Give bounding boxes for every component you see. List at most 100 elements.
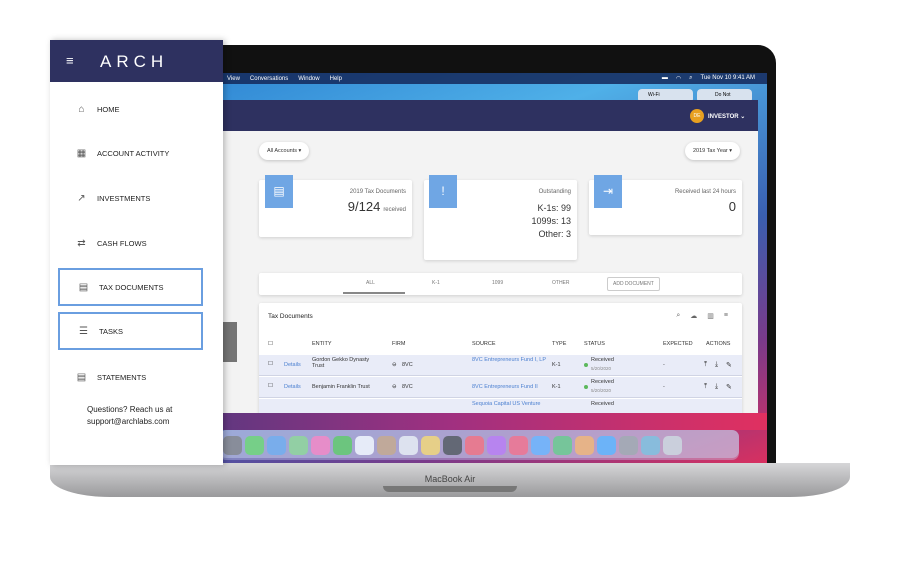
logo: ARCH	[100, 52, 169, 71]
tab-all[interactable]: ALL	[366, 280, 375, 286]
sidebar-item-statements[interactable]: ▤ STATEMENTS	[58, 358, 203, 396]
card-suffix: received	[383, 207, 406, 213]
status-dot	[584, 363, 588, 367]
download-icon[interactable]: ⤓	[715, 361, 718, 369]
row-checkbox[interactable]: ☐	[268, 361, 273, 367]
home-icon: ⌂	[78, 103, 85, 115]
avatar[interactable]: DE	[690, 109, 704, 123]
user-role: INVESTOR	[708, 114, 739, 120]
entity-cell: Gordon Gekko Dynasty Trust	[312, 357, 370, 369]
table-row: Sequoia Capital US Venture Received	[259, 399, 742, 413]
sidebar-item-label: HOME	[97, 104, 120, 114]
sidebar-item-label: INVESTMENTS	[97, 193, 151, 203]
clipboard-icon: ▤	[78, 281, 89, 293]
sidebar-item-label: STATEMENTS	[97, 372, 147, 382]
entity-cell: Benjamin Franklin Trust	[312, 384, 370, 390]
document-icon: ▤	[265, 175, 293, 208]
col-type[interactable]: TYPE	[552, 341, 566, 347]
card-label: Received last 24 hours	[674, 189, 736, 195]
menu-view[interactable]: View	[227, 76, 240, 82]
edit-icon[interactable]: ✎	[726, 361, 732, 369]
col-status[interactable]: STATUS	[584, 341, 605, 347]
user-menu[interactable]: INVESTOR ⌄	[708, 113, 745, 120]
table-row: ☐ Details Gordon Gekko Dynasty Trust ⊖ 8…	[259, 355, 742, 376]
accounts-value: All Accounts	[267, 148, 297, 154]
clipboard-alert-icon: !	[429, 175, 457, 208]
col-actions[interactable]: ACTIONS	[706, 341, 730, 347]
sidebar-header: ≡ ARCH	[50, 40, 223, 82]
help-text: Questions? Reach us at	[87, 405, 173, 414]
source-link[interactable]: Sequoia Capital US Venture	[472, 401, 541, 407]
search-icon[interactable]: ⌕	[676, 312, 680, 320]
status-cell: Received	[591, 401, 614, 407]
edit-icon[interactable]: ✎	[726, 383, 732, 391]
menu-conversations[interactable]: Conversations	[250, 76, 288, 82]
columns-icon[interactable]: ▥	[707, 312, 714, 320]
tab-other[interactable]: OTHER	[552, 280, 570, 286]
sidebar-item-investments[interactable]: ↗ INVESTMENTS	[58, 179, 203, 217]
expected-cell: -	[663, 384, 665, 390]
tab-k1[interactable]: K-1	[432, 280, 440, 286]
search-icon[interactable]: ⌕	[689, 75, 692, 82]
row-checkbox[interactable]: ☐	[268, 383, 273, 389]
tab-1099[interactable]: 1099	[492, 280, 503, 286]
support-email[interactable]: support@archlabs.com	[87, 416, 172, 428]
card-value: 9/124	[347, 199, 381, 214]
source-link[interactable]: 8VC Entrepreneurs Fund I, LP	[472, 357, 547, 363]
type-cell: K-1	[552, 362, 561, 368]
tax-year-value: 2019 Tax Year	[693, 148, 728, 154]
app-window: DE INVESTOR ⌄ All Accounts ▾ 2019 Tax Ye…	[222, 100, 758, 413]
table-row: ☐ Details Benjamin Franklin Trust ⊖ 8VC …	[259, 377, 742, 398]
accounts-dropdown[interactable]: All Accounts ▾	[259, 142, 310, 160]
battery-icon[interactable]: ▬	[662, 75, 668, 82]
col-firm[interactable]: FIRM	[392, 341, 405, 347]
sidebar-item-label: TAX DOCUMENTS	[99, 282, 164, 292]
col-source[interactable]: SOURCE	[472, 341, 496, 347]
sidebar-item-tax-documents[interactable]: ▤ TAX DOCUMENTS	[58, 268, 203, 306]
tax-year-dropdown[interactable]: 2019 Tax Year ▾	[685, 142, 741, 160]
source-link[interactable]: 8VC Entrepreneurs Fund II	[472, 384, 538, 390]
trending-up-icon: ↗	[77, 192, 86, 204]
menu-window[interactable]: Window	[298, 76, 319, 82]
details-link[interactable]: Details	[284, 384, 301, 390]
link-icon: ⊖	[392, 384, 397, 390]
sidebar-item-label: TASKS	[99, 326, 124, 336]
1099-count: 1099s: 13	[531, 216, 571, 226]
support-contact: Questions? Reach us at support@archlabs.…	[87, 404, 172, 428]
col-entity[interactable]: ENTITY	[312, 341, 332, 347]
device-label: MacBook Air	[424, 474, 476, 484]
add-document-button[interactable]: ADD DOCUMENT	[607, 277, 660, 291]
filter-icon[interactable]: ≡	[724, 312, 728, 320]
sidebar-item-account-activity[interactable]: ▦ ACCOUNT ACTIVITY	[58, 134, 203, 172]
clock[interactable]: Tue Nov 10 9:41 AM	[701, 75, 755, 82]
cloud-download-icon[interactable]: ☁	[690, 312, 697, 320]
details-link[interactable]: Details	[284, 362, 301, 368]
app-header: DE INVESTOR ⌄	[222, 100, 758, 131]
status-cell: Received	[591, 379, 614, 385]
list-icon: ▤	[76, 371, 87, 383]
expected-cell: -	[663, 362, 665, 368]
table-title: Tax Documents	[268, 313, 313, 320]
wifi-icon[interactable]: ◠	[676, 75, 681, 82]
menu-help[interactable]: Help	[330, 76, 342, 82]
select-all-checkbox[interactable]: ☐	[268, 341, 273, 347]
hamburger-menu-icon[interactable]: ≡	[66, 53, 74, 68]
card-label: 2019 Tax Documents	[349, 189, 406, 195]
card-label: Outstanding	[538, 189, 571, 195]
col-expected[interactable]: EXPECTED	[663, 341, 693, 347]
card-value: 0	[728, 199, 736, 214]
macos-menubar: View Conversations Window Help ▬ ◠ ⌕ Tue No…	[132, 73, 767, 84]
wallpaper-bottom	[132, 413, 767, 430]
upload-icon[interactable]: ⤒	[704, 361, 707, 369]
upload-icon[interactable]: ⤒	[704, 383, 707, 391]
status-dot	[584, 385, 588, 389]
download-icon[interactable]: ⤓	[715, 383, 718, 391]
link-icon: ⊖	[392, 362, 397, 368]
chevron-down-icon: ⌄	[740, 114, 746, 120]
sidebar-item-tasks[interactable]: ☰ TASKS	[58, 312, 203, 350]
sidebar-item-home[interactable]: ⌂ HOME	[58, 90, 203, 128]
active-tab-indicator	[343, 292, 405, 294]
transfer-icon: ⇄	[77, 237, 86, 249]
sidebar-item-cash-flows[interactable]: ⇄ CASH FLOWS	[58, 224, 203, 262]
other-count: Other: 3	[538, 229, 571, 239]
